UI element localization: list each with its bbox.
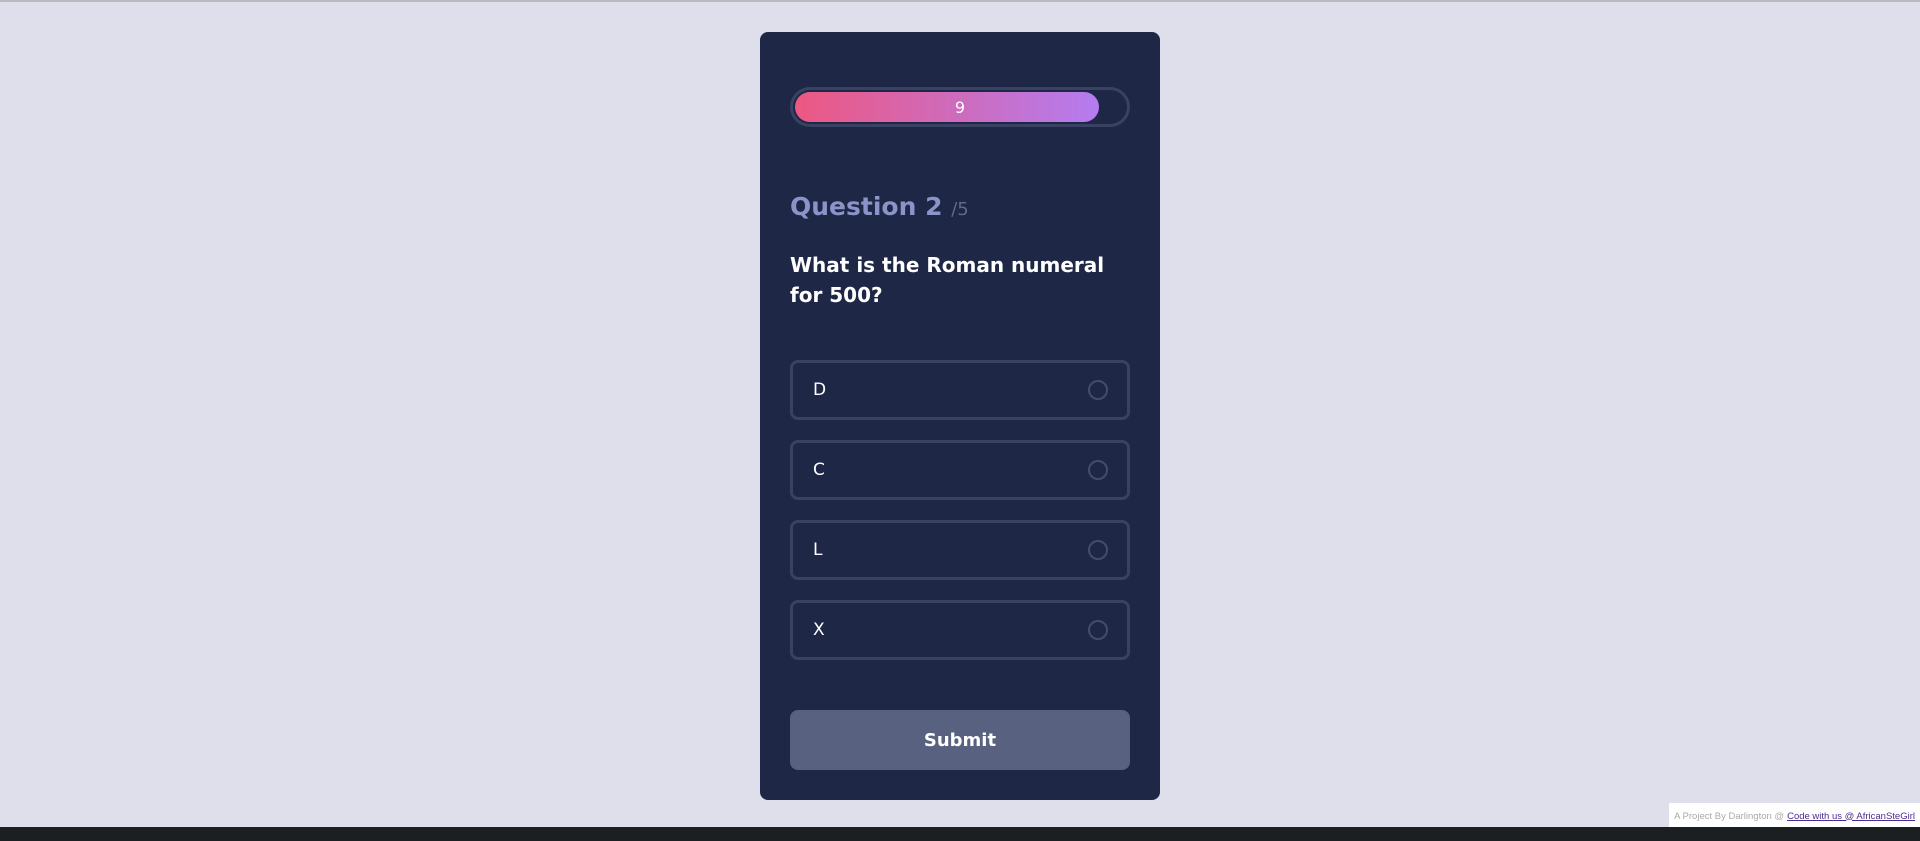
option-label: X <box>813 620 825 640</box>
credit-link[interactable]: Code with us @ AfricanSteGirl <box>1787 811 1915 822</box>
radio-circle-icon[interactable] <box>1088 380 1108 400</box>
option-d[interactable]: D <box>790 360 1130 420</box>
option-l[interactable]: L <box>790 520 1130 580</box>
question-total: /5 <box>951 199 969 220</box>
answer-options: D C L X <box>790 360 1130 680</box>
radio-circle-icon[interactable] <box>1088 620 1108 640</box>
question-number: Question 2 /5 <box>790 192 969 221</box>
radio-circle-icon[interactable] <box>1088 460 1108 480</box>
quiz-card: 9 Question 2 /5 What is the Roman numera… <box>760 32 1160 800</box>
browser-top-edge <box>0 0 1920 2</box>
question-text: What is the Roman numeral for 500? <box>790 253 1105 307</box>
option-label: C <box>813 460 825 480</box>
option-c[interactable]: C <box>790 440 1130 500</box>
credit-text: A Project By Darlington @ <box>1674 810 1785 822</box>
option-x[interactable]: X <box>790 600 1130 660</box>
timer-value: 9 <box>954 97 966 117</box>
question-label: Question 2 <box>790 192 943 221</box>
taskbar <box>0 827 1920 841</box>
radio-circle-icon[interactable] <box>1088 540 1108 560</box>
timer-bar: 9 <box>790 87 1130 127</box>
option-label: D <box>813 380 827 400</box>
option-label: L <box>813 540 823 560</box>
credit-footer: A Project By Darlington @ Code with us @… <box>1669 803 1920 829</box>
submit-button[interactable]: Submit <box>790 710 1130 770</box>
